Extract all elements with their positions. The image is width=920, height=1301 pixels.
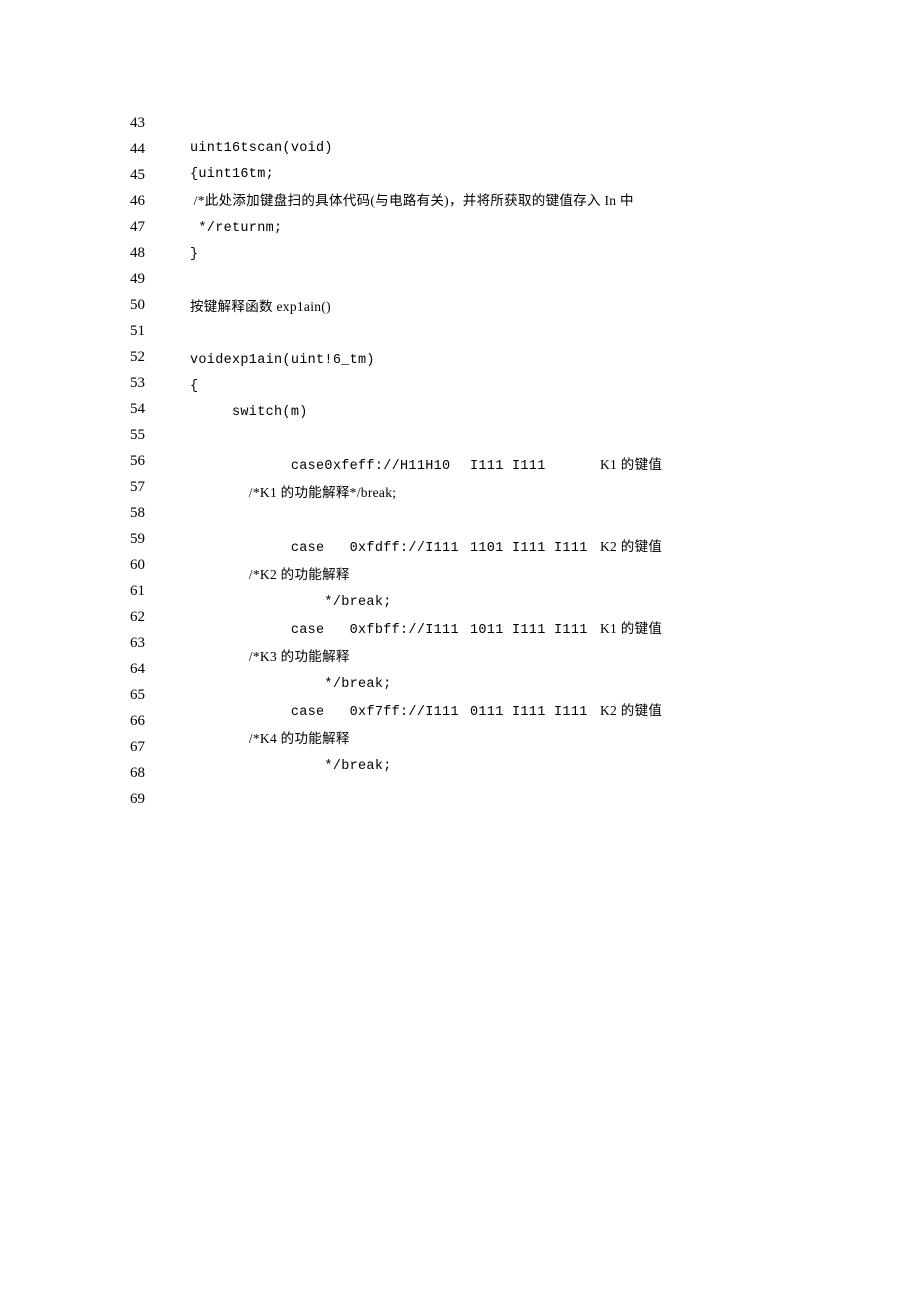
code-line: */break;	[190, 595, 392, 610]
line-number: 58	[130, 500, 190, 526]
code-line: /*此处添加键盘扫的具体代码(与电路有关)，并将所获取的键值存入 In 中	[190, 193, 634, 208]
line-number: 68	[130, 760, 190, 786]
code-line: /*K3 的功能解释	[190, 649, 350, 664]
line-number: 47	[130, 214, 190, 240]
code-line: */break;	[190, 677, 392, 692]
code-line: case 0xfdff://I1111101 I111 I111K2 的键值	[190, 541, 662, 556]
code-line: voidexp1ain(uint!6_tm)	[190, 353, 375, 368]
line-number: 56	[130, 448, 190, 474]
line-number: 59	[130, 526, 190, 552]
code-line: case0xfeff://H11H10I111 I111K1 的键值	[190, 459, 662, 474]
line-number: 48	[130, 240, 190, 266]
code-line: {uint16tm;	[190, 167, 274, 182]
page-container: 43 44 45 46 47 48 49 50 51 52 53 54 55 5…	[0, 0, 920, 812]
line-number: 64	[130, 656, 190, 682]
line-number: 63	[130, 630, 190, 656]
line-number: 51	[130, 318, 190, 344]
code-line: case 0xfbff://I1111011 I111 I111K1 的键值	[190, 623, 662, 638]
line-number-gutter: 43 44 45 46 47 48 49 50 51 52 53 54 55 5…	[130, 110, 190, 812]
code-line: */returnm;	[190, 221, 282, 236]
code-line: }	[190, 247, 198, 262]
line-number: 46	[130, 188, 190, 214]
code-line: uint16tscan(void)	[190, 141, 333, 156]
line-number: 53	[130, 370, 190, 396]
line-number: 55	[130, 422, 190, 448]
line-number: 57	[130, 474, 190, 500]
code-line: case 0xf7ff://I1110111 I111 I111K2 的键值	[190, 705, 662, 720]
line-number: 49	[130, 266, 190, 292]
code-line: switch(m)	[190, 405, 308, 420]
line-number: 44	[130, 136, 190, 162]
code-line: */break;	[190, 759, 392, 774]
line-number: 67	[130, 734, 190, 760]
code-line: /*K2 的功能解释	[190, 567, 350, 582]
line-number: 50	[130, 292, 190, 318]
line-number: 45	[130, 162, 190, 188]
code-line: /*K1 的功能解释*/break;	[190, 485, 396, 500]
line-number: 62	[130, 604, 190, 630]
code-line: {	[190, 379, 198, 394]
code-content: uint16tscan(void) {uint16tm; /*此处添加键盘扫的具…	[190, 110, 860, 812]
code-line: /*K4 的功能解释	[190, 731, 350, 746]
line-number: 43	[130, 110, 190, 136]
line-number: 52	[130, 344, 190, 370]
line-number: 65	[130, 682, 190, 708]
line-number: 69	[130, 786, 190, 812]
line-number: 66	[130, 708, 190, 734]
line-number: 61	[130, 578, 190, 604]
line-number: 54	[130, 396, 190, 422]
line-number: 60	[130, 552, 190, 578]
code-line: 按键解释函数 exp1ain()	[190, 299, 331, 314]
